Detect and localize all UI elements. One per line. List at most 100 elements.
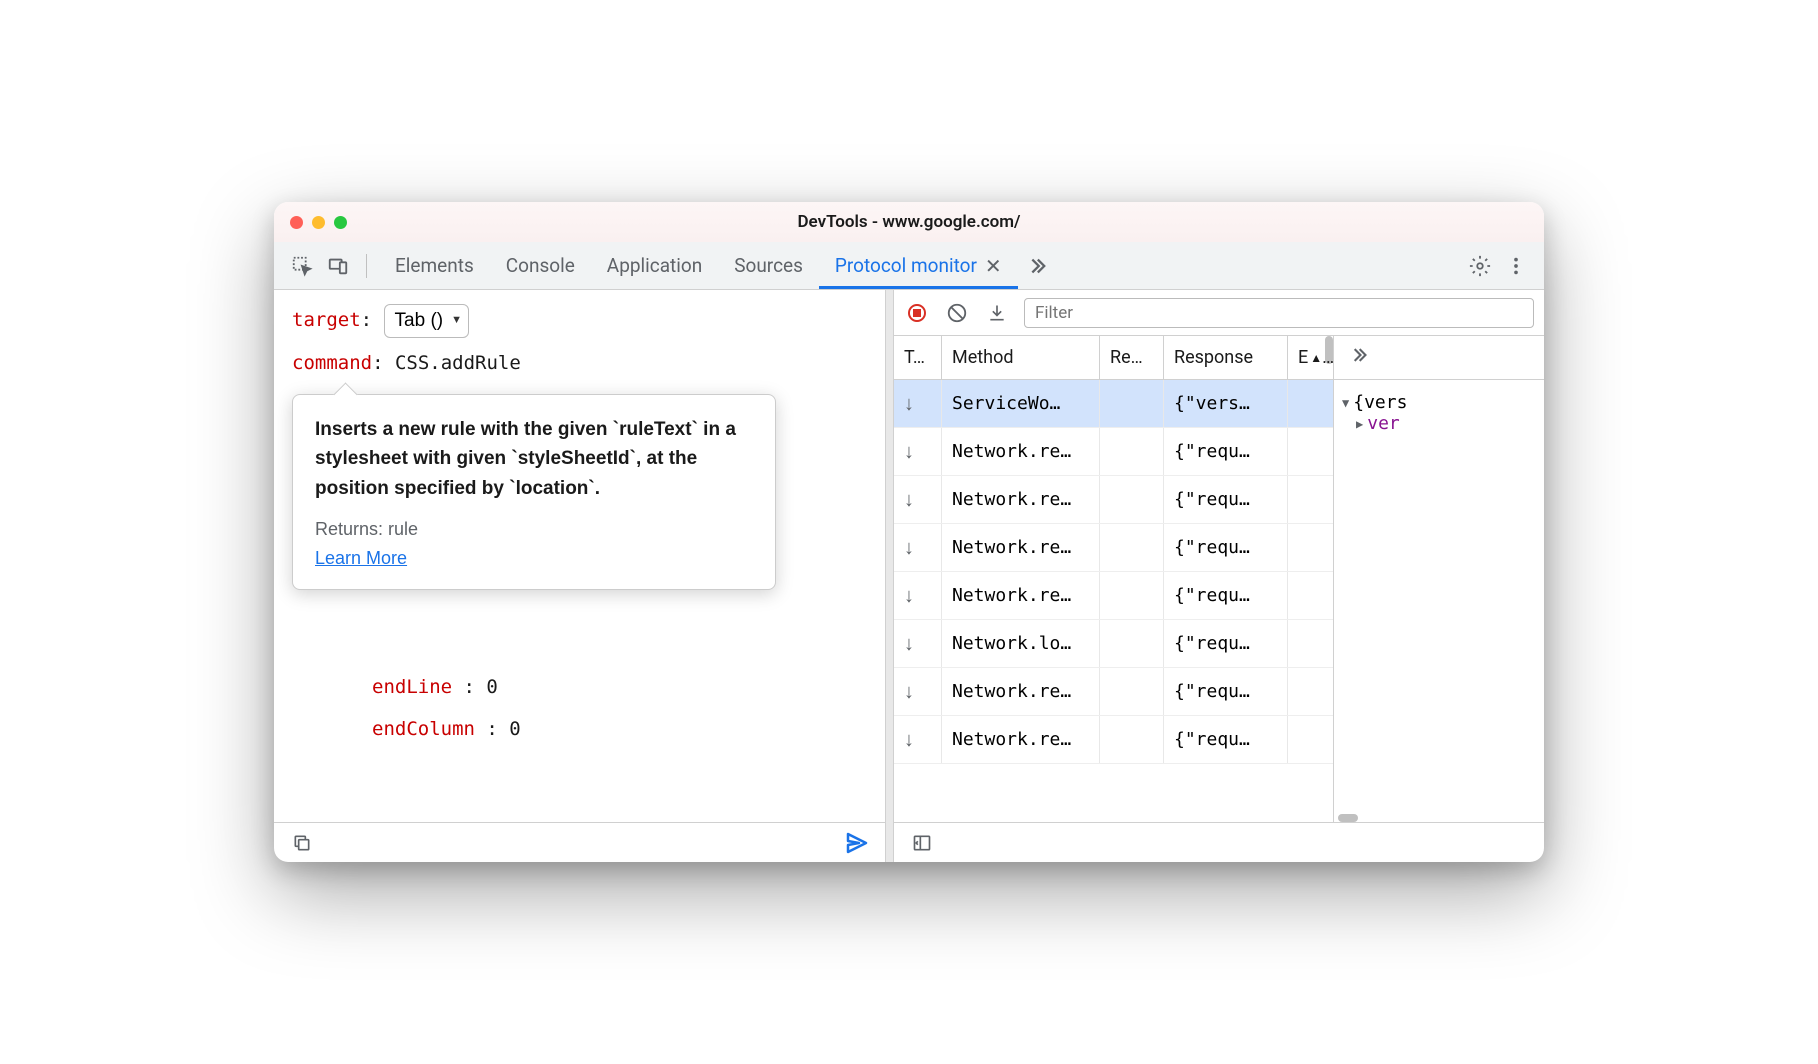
send-button[interactable] — [843, 829, 871, 857]
main-toolbar: Elements Console Application Sources Pro… — [274, 242, 1544, 290]
gear-icon[interactable] — [1464, 250, 1496, 282]
param-value[interactable]: 0 — [486, 676, 497, 698]
table-row[interactable]: ↓ Network.lo… {"requ… — [894, 620, 1333, 668]
content-area: target: Tab () command: CSS.addRule Inse… — [274, 290, 1544, 862]
cell-type: ↓ — [894, 380, 942, 427]
tab-label: Protocol monitor — [835, 254, 977, 277]
col-type[interactable]: T… — [894, 336, 942, 379]
more-tabs-button[interactable] — [1018, 242, 1054, 289]
tree-root[interactable]: ▼ {vers — [1342, 392, 1536, 413]
tab-label: Application — [607, 254, 702, 277]
cell-elapsed — [1288, 668, 1333, 715]
cell-request — [1100, 524, 1164, 571]
devtools-window: DevTools - www.google.com/ Elements Cons… — [274, 202, 1544, 862]
command-line: command: CSS.addRule — [292, 348, 867, 378]
command-tooltip: Inserts a new rule with the given `ruleT… — [292, 394, 776, 590]
cell-request — [1100, 620, 1164, 667]
cell-request — [1100, 668, 1164, 715]
cell-response: {"requ… — [1164, 716, 1288, 763]
protocol-log-panel: T… Method Re… Response E▲… ↓ServiceWo…{"… — [894, 290, 1544, 862]
param-endcolumn: endColumn : 0 — [372, 709, 867, 751]
kebab-menu-icon[interactable] — [1500, 250, 1532, 282]
cell-elapsed — [1288, 716, 1333, 763]
scrollbar-thumb[interactable] — [1338, 814, 1358, 822]
tab-application[interactable]: Application — [591, 242, 718, 289]
tab-console[interactable]: Console — [490, 242, 591, 289]
close-window-button[interactable] — [290, 216, 303, 229]
maximize-window-button[interactable] — [334, 216, 347, 229]
cell-type: ↓ — [894, 668, 942, 715]
col-response[interactable]: Response — [1164, 336, 1288, 379]
target-value: Tab () — [395, 306, 444, 336]
col-request[interactable]: Re… — [1100, 336, 1164, 379]
cell-request — [1100, 428, 1164, 475]
param-endline: endLine : 0 — [372, 667, 867, 709]
cell-method: Network.re… — [942, 668, 1100, 715]
more-tabs-button[interactable] — [1342, 345, 1374, 371]
tab-elements[interactable]: Elements — [379, 242, 490, 289]
table-row[interactable]: ↓Network.re…{"requ… — [894, 476, 1333, 524]
col-method[interactable]: Method — [942, 336, 1100, 379]
details-panel: ▼ {vers ▶ ver — [1334, 336, 1544, 822]
collapse-icon[interactable]: ▼ — [1342, 396, 1349, 410]
cell-elapsed — [1288, 572, 1333, 619]
tab-label: Elements — [395, 254, 474, 277]
record-button[interactable] — [904, 300, 930, 326]
toolbar-right — [1464, 250, 1532, 282]
tab-protocol-monitor[interactable]: Protocol monitor ✕ — [819, 242, 1018, 289]
close-icon[interactable]: ✕ — [985, 254, 1002, 278]
arrow-down-icon: ↓ — [904, 535, 914, 560]
cell-type: ↓ — [894, 476, 942, 523]
target-select[interactable]: Tab () — [384, 304, 469, 338]
table-row[interactable]: ↓Network.re… {"requ… — [894, 668, 1333, 716]
cell-request — [1100, 716, 1164, 763]
table-header: T… Method Re… Response E▲… — [894, 336, 1333, 380]
table-row[interactable]: ↓Network.re…{"requ… — [894, 524, 1333, 572]
cell-method: Network.re… — [942, 572, 1100, 619]
table-row[interactable]: ↓Network.re… {"requ… — [894, 428, 1333, 476]
cell-method: Network.lo… — [942, 620, 1100, 667]
target-label: target — [292, 309, 361, 331]
cell-response: {"vers… — [1164, 380, 1288, 427]
tab-label: Sources — [734, 254, 803, 277]
device-toggle-icon[interactable] — [322, 250, 354, 282]
col-elapsed[interactable]: E▲… — [1288, 336, 1333, 379]
cell-method: Network.re… — [942, 428, 1100, 475]
cell-method: Network.re… — [942, 476, 1100, 523]
cell-request — [1100, 476, 1164, 523]
minimize-window-button[interactable] — [312, 216, 325, 229]
table-row[interactable]: ↓Network.re…{"requ… — [894, 716, 1333, 764]
inspect-element-icon[interactable] — [286, 250, 318, 282]
tab-sources[interactable]: Sources — [718, 242, 819, 289]
tree-child[interactable]: ▶ ver — [1356, 413, 1536, 434]
table-row[interactable]: ↓ServiceWo…{"vers… — [894, 380, 1333, 428]
tooltip-description: Inserts a new rule with the given `ruleT… — [315, 415, 753, 503]
cell-elapsed — [1288, 476, 1333, 523]
expand-icon[interactable]: ▶ — [1356, 417, 1363, 431]
tab-strip: Elements Console Application Sources Pro… — [379, 242, 1054, 289]
cell-response: {"requ… — [1164, 428, 1288, 475]
command-value[interactable]: CSS.addRule — [395, 352, 521, 374]
col-label: E — [1298, 347, 1308, 368]
params-block: endLine : 0 endColumn : 0 — [372, 667, 867, 751]
cell-response: {"requ… — [1164, 620, 1288, 667]
panel-resizer[interactable] — [886, 290, 894, 862]
cell-method: Network.re… — [942, 716, 1100, 763]
cell-type: ↓ — [894, 428, 942, 475]
download-icon[interactable] — [984, 300, 1010, 326]
param-value[interactable]: 0 — [509, 718, 520, 740]
toggle-sidebar-icon[interactable] — [908, 829, 936, 857]
copy-icon[interactable] — [288, 829, 316, 857]
arrow-down-icon: ↓ — [904, 631, 914, 656]
command-editor-panel: target: Tab () command: CSS.addRule Inse… — [274, 290, 886, 862]
table-row[interactable]: ↓Network.re…{"requ… — [894, 572, 1333, 620]
clear-icon[interactable] — [944, 300, 970, 326]
cell-response: {"requ… — [1164, 668, 1288, 715]
filter-input[interactable] — [1024, 298, 1534, 328]
table-rows: ↓ServiceWo…{"vers…↓Network.re…{"requ…↓Ne… — [894, 380, 1333, 822]
details-tabs — [1334, 336, 1544, 380]
learn-more-link[interactable]: Learn More — [315, 548, 753, 569]
tooltip-returns: Returns: rule — [315, 519, 753, 540]
json-key: ver — [1367, 413, 1400, 434]
cell-elapsed — [1288, 428, 1333, 475]
